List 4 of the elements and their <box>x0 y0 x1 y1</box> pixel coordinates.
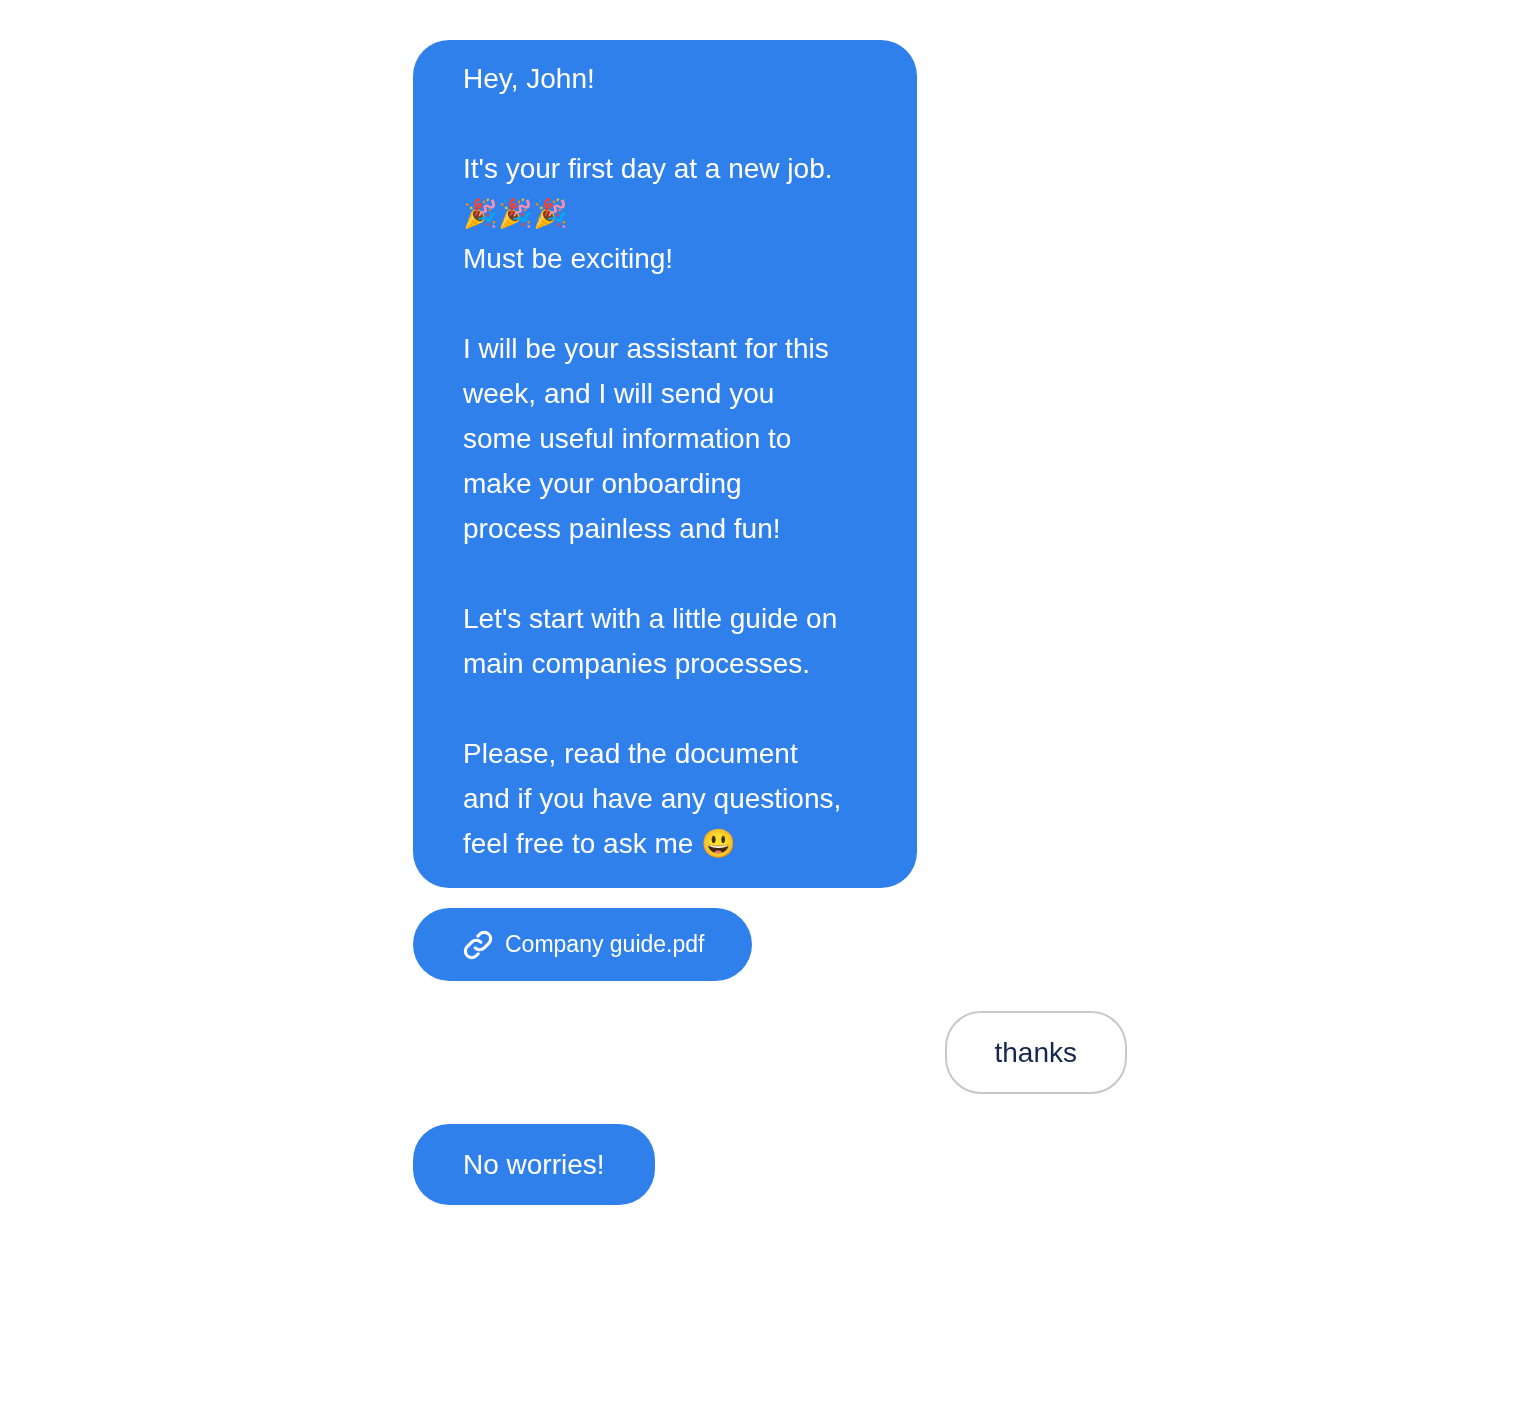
message-bubble: thanks <box>944 1011 1127 1094</box>
message-bubble: No worries! <box>413 1124 655 1205</box>
message-bubble: Hey, John! It's your first day at a new job. 🎉🎉🎉 Must be exciting! I will be your assistant for this week, and I will send you some useful information to make your onboarding process painless and fun! Let's start with a little guide on main companies processes. Please, read the document and if you have any questions, feel free to ask me 😃 <box>413 40 917 888</box>
attachment-link[interactable]: Company guide.pdf <box>413 908 753 981</box>
